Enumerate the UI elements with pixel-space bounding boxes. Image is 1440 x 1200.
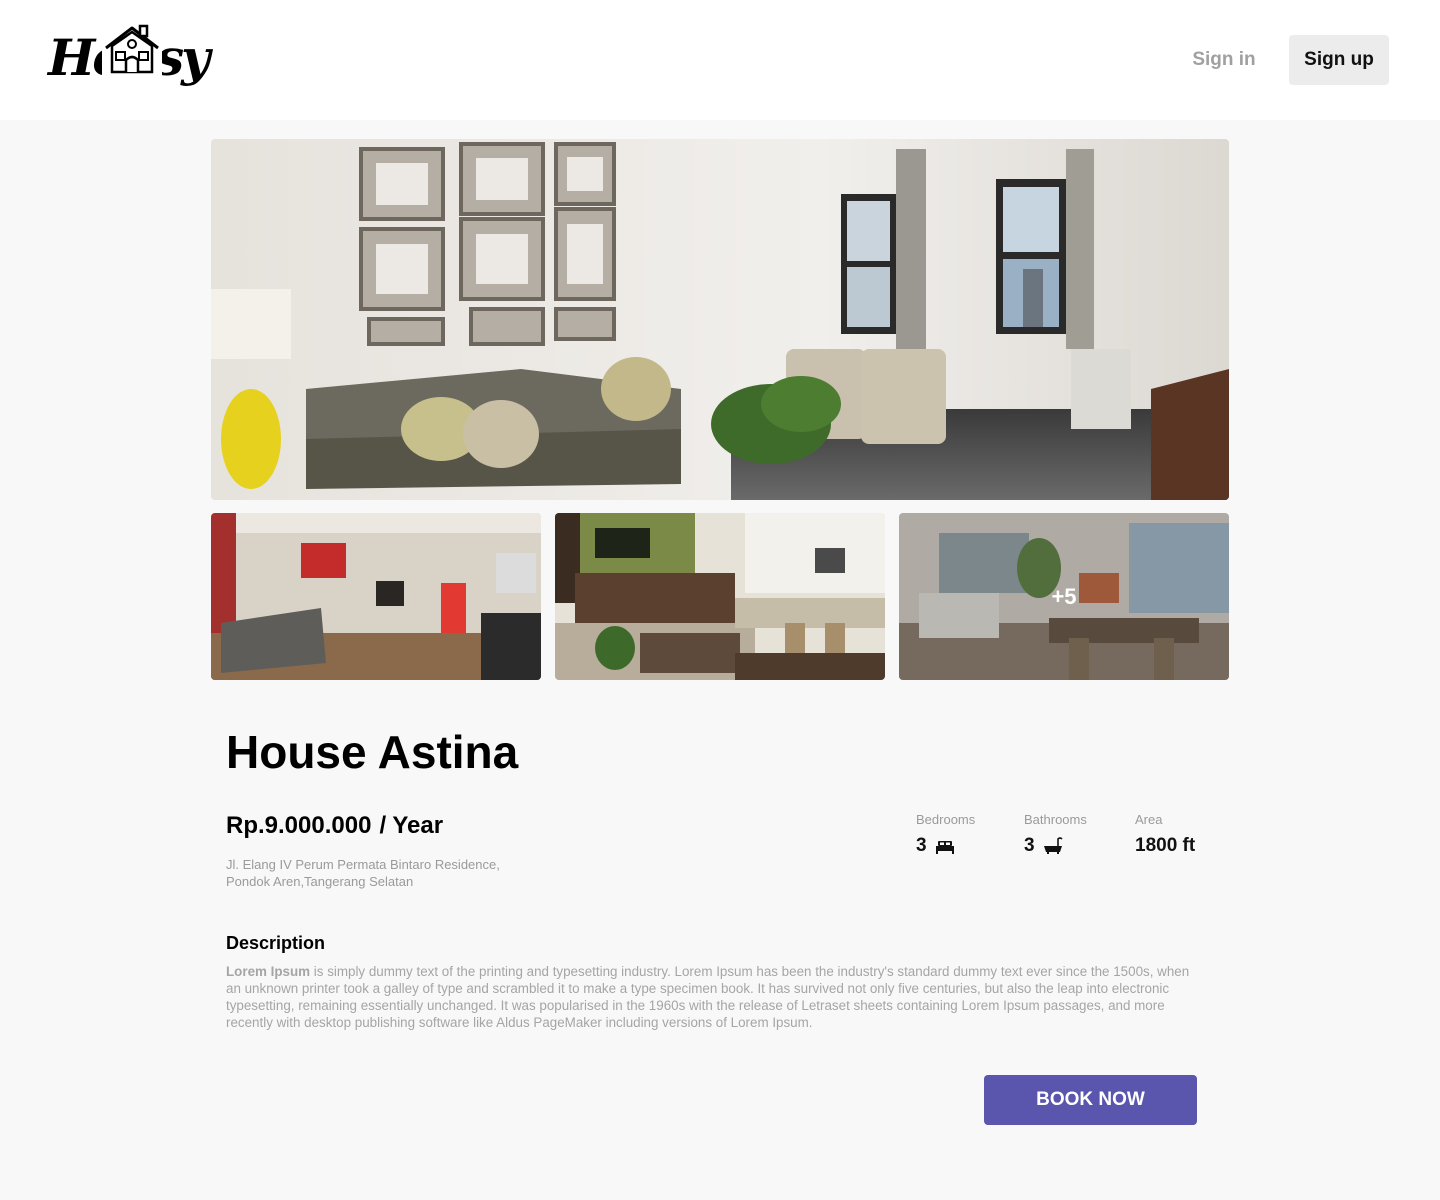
thumbnail-photo-2[interactable] <box>555 513 885 680</box>
bed-icon <box>935 841 954 854</box>
more-photos-count: +5 <box>1051 583 1077 609</box>
bathtub-icon <box>1043 837 1063 854</box>
bedrooms-label: Bedrooms <box>916 812 976 827</box>
area-value: 1800 ft <box>1135 835 1196 856</box>
bathrooms-label: Bathrooms <box>1024 812 1087 827</box>
thumbnail-photo-3[interactable]: +5 <box>899 513 1229 680</box>
description-text: Lorem Ipsum is simply dummy text of the … <box>226 963 1201 1031</box>
book-now-button[interactable]: BOOK NOW <box>984 1075 1197 1125</box>
property-price: Rp.9.000.000 / Year <box>226 812 443 840</box>
sign-in-button[interactable]: Sign in <box>1180 38 1268 82</box>
description-body: is simply dummy text of the printing and… <box>226 964 1190 1030</box>
property-title: House Astina <box>226 726 519 778</box>
area-label: Area <box>1135 812 1163 827</box>
sign-up-button[interactable]: Sign up <box>1289 35 1389 85</box>
bathrooms-spec: Bathrooms 3 <box>1024 812 1087 857</box>
living-room-thumb-image <box>211 513 541 680</box>
open-plan-thumb-image <box>555 513 885 680</box>
description-heading: Description <box>226 933 326 953</box>
house-icon <box>102 22 162 76</box>
bedrooms-spec: Bedrooms 3 <box>916 812 975 857</box>
housy-logo[interactable]: Housy <box>48 22 210 92</box>
price-period: / Year <box>379 812 444 839</box>
bathrooms-value: 3 <box>1024 835 1035 856</box>
description-lead: Lorem Ipsum <box>226 964 311 979</box>
property-address: Jl. Elang IV Perum Permata Bintaro Resid… <box>226 857 500 889</box>
bedrooms-value: 3 <box>916 835 927 856</box>
living-room-image <box>211 139 1229 500</box>
area-spec: Area 1800 ft <box>1135 812 1195 857</box>
more-photos-overlay[interactable]: +5 <box>899 513 1229 680</box>
main-property-photo[interactable] <box>211 139 1229 500</box>
top-navbar: Housy Sign in Sign up <box>0 0 1440 120</box>
price-amount: Rp.9.000.000 <box>226 812 372 839</box>
thumbnail-photo-1[interactable] <box>211 513 541 680</box>
